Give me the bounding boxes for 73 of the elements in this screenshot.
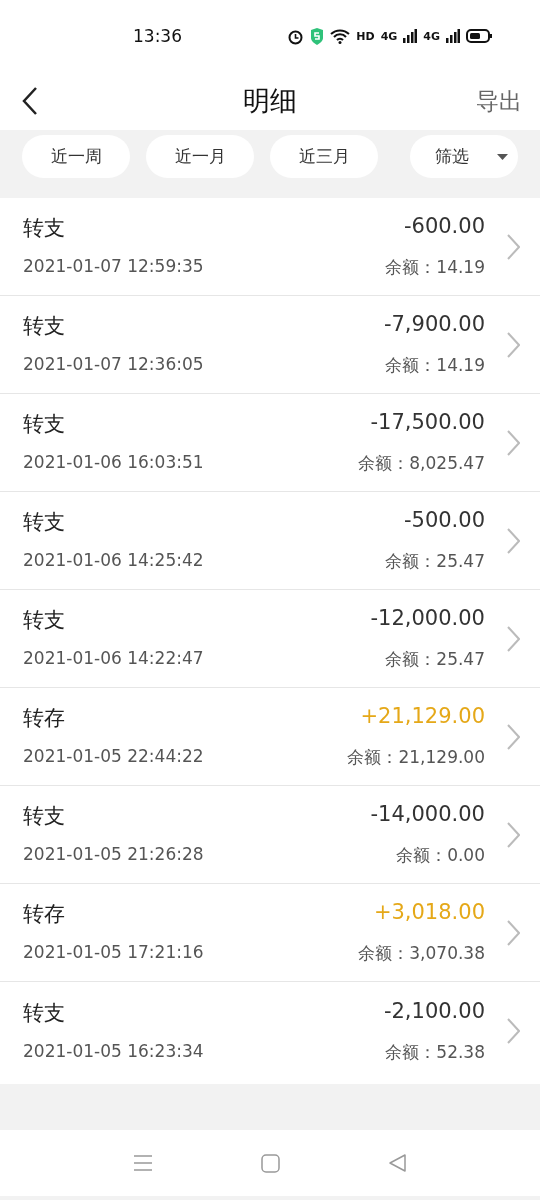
transaction-row[interactable]: 转支 -12,000.00 2021-01-06 14:22:47 余额：25.47	[0, 590, 540, 688]
chevron-icon	[507, 625, 520, 652]
back-icon[interactable]	[20, 86, 40, 116]
transaction-type: 转支	[23, 607, 66, 634]
status-time: 13:36	[133, 26, 183, 46]
balance-text: 余额：25.47	[384, 648, 485, 671]
chevron-icon	[507, 527, 520, 554]
signal-icon	[403, 29, 418, 43]
transaction-time: 2021-01-06 14:25:42	[23, 550, 205, 572]
transaction-time: 2021-01-06 14:22:47	[23, 648, 205, 670]
wifi-icon	[330, 28, 351, 44]
transaction-time: 2021-01-05 22:44:22	[23, 746, 205, 768]
chevron-icon	[507, 821, 520, 848]
transaction-type: 转支	[23, 411, 66, 438]
transaction-row[interactable]: 转支 -7,900.00 2021-01-07 12:36:05 余额：14.19	[0, 296, 540, 394]
balance-text: 余额：8,025.47	[358, 452, 485, 475]
transaction-amount: -7,900.00	[383, 312, 485, 338]
transaction-row[interactable]: 转支 -500.00 2021-01-06 14:25:42 余额：25.47	[0, 492, 540, 590]
transaction-amount: -2,100.00	[383, 998, 485, 1025]
page-title: 明细	[243, 85, 297, 116]
transaction-amount: -600.00	[402, 214, 485, 240]
transaction-amount: -14,000.00	[370, 802, 485, 828]
transaction-type: 转存	[23, 705, 66, 732]
transaction-time: 2021-01-05 16:23:34	[23, 1040, 205, 1063]
menu-icon[interactable]	[133, 1154, 153, 1172]
chevron-icon	[507, 331, 520, 358]
chevron-icon	[507, 429, 520, 456]
transaction-type: 转支	[23, 999, 66, 1027]
caret-icon	[496, 153, 508, 160]
balance-text: 余额：14.19	[385, 256, 485, 279]
transaction-type: 转支	[23, 803, 66, 830]
transaction-time: 2021-01-05 17:21:16	[23, 942, 205, 964]
balance-text: 余额：52.38	[384, 1040, 485, 1064]
chevron-icon	[507, 723, 520, 750]
transaction-time: 2021-01-06 16:03:51	[23, 452, 205, 474]
transaction-row[interactable]: 转存 +3,018.00 2021-01-05 17:21:16 余额：3,070.38	[0, 884, 540, 982]
transaction-row[interactable]: 转支 -17,500.00 2021-01-06 16:03:51 余额：8,025.47	[0, 394, 540, 492]
transaction-type: 转支	[23, 215, 66, 242]
transaction-row[interactable]: 转支 -14,000.00 2021-01-05 21:26:28 余额：0.00	[0, 786, 540, 884]
balance-text: 余额：0.00	[395, 844, 485, 867]
chevron-icon	[507, 919, 520, 946]
balance-text: 余额：3,070.38	[358, 942, 485, 965]
battery-icon	[466, 29, 492, 43]
chevron-icon	[507, 1018, 520, 1044]
export-button[interactable]: 导出	[476, 85, 522, 117]
transaction-row[interactable]: 转支 -600.00 2021-01-07 12:59:35 余额：14.19	[0, 198, 540, 296]
transaction-amount: -17,500.00	[369, 410, 485, 436]
balance-text: 余额：14.19	[384, 354, 485, 377]
filter-chip[interactable]: 近一月	[146, 135, 254, 178]
filter-chip[interactable]: 近一周	[22, 135, 130, 178]
transaction-amount: -12,000.00	[370, 606, 485, 632]
filter-chip[interactable]: 近三月	[270, 135, 378, 178]
chevron-icon	[507, 233, 520, 260]
transaction-type: 转存	[23, 901, 66, 928]
transaction-amount: +21,129.00	[359, 704, 485, 730]
transaction-type: 转支	[23, 313, 66, 340]
network-label: 4G	[423, 29, 440, 43]
balance-text: 余额：21,129.00	[347, 746, 485, 769]
transaction-row[interactable]: 转支 -2,100.00 2021-01-05 16:23:34 余额：52.38	[0, 982, 540, 1080]
signal-icon	[446, 29, 460, 43]
filter-dropdown[interactable]: 筛选	[410, 135, 518, 178]
transaction-amount: -500.00	[402, 508, 485, 534]
transaction-amount: +3,018.00	[372, 900, 485, 926]
balance-text: 余额：25.47	[385, 550, 485, 573]
network-label: 4G	[380, 29, 398, 43]
transaction-row[interactable]: 转存 +21,129.00 2021-01-05 22:44:22 余额：21,129.00	[0, 688, 540, 786]
transaction-time: 2021-01-07 12:36:05	[23, 354, 205, 376]
home-icon[interactable]	[261, 1153, 280, 1173]
transaction-time: 2021-01-05 21:26:28	[23, 844, 205, 866]
network-label: HD	[356, 29, 375, 43]
transaction-type: 转支	[23, 509, 66, 536]
shield-icon	[310, 27, 325, 45]
transaction-time: 2021-01-07 12:59:35	[23, 256, 205, 278]
